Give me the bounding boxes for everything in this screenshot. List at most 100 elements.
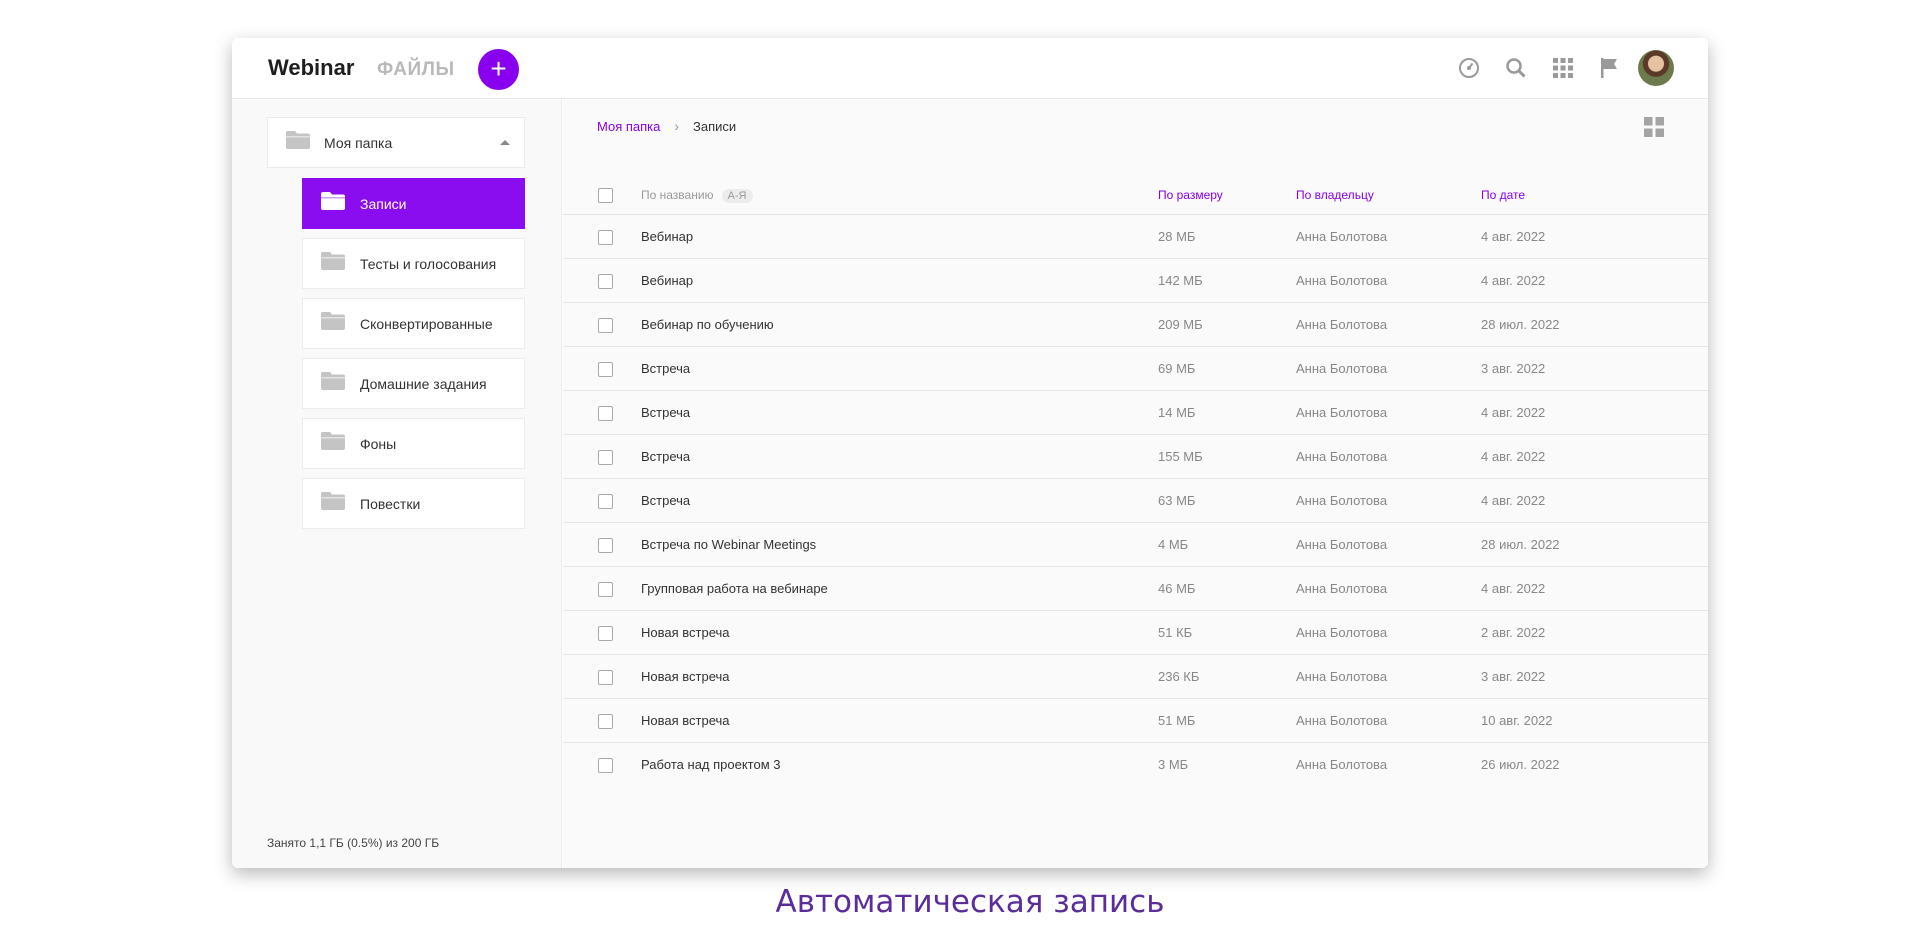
folder-item-backgrounds[interactable]: Фоны <box>302 418 525 469</box>
sort-by-name-label: По названию <box>641 188 714 202</box>
speedometer-icon[interactable] <box>1451 50 1487 86</box>
table-row[interactable]: Работа над проектом 3 3 МБ Анна Болотова 26… <box>563 743 1708 787</box>
file-name[interactable]: Работа над проектом 3 <box>641 757 781 772</box>
table-row[interactable]: Встреча 63 МБ Анна Болотова 4 авг. 2022 <box>563 479 1708 523</box>
root-folder-label: Моя папка <box>324 134 393 151</box>
table-row[interactable]: Новая встреча 51 КБ Анна Болотова 2 авг. 20… <box>563 611 1708 655</box>
table-row[interactable]: Вебинар 142 МБ Анна Болотова 4 авг. 2022 <box>563 259 1708 303</box>
row-checkbox[interactable] <box>598 230 613 245</box>
table-row[interactable]: Вебинар по обучению 209 МБ Анна Болотова 28… <box>563 303 1708 347</box>
search-icon[interactable] <box>1498 50 1534 86</box>
file-list-panel: Моя папка › Записи По названию А-Я По раз… <box>563 100 1708 868</box>
file-name[interactable]: Вебинар <box>641 229 693 244</box>
flag-icon[interactable] <box>1592 50 1628 86</box>
brand-logo[interactable]: Webinar <box>268 55 354 81</box>
file-owner: Анна Болотова <box>1296 361 1388 376</box>
collapse-caret-icon[interactable] <box>500 140 510 145</box>
table-row[interactable]: Новая встреча 51 МБ Анна Болотова 10 авг. 2… <box>563 699 1708 743</box>
app-window: Webinar ФАЙЛЫ + Моя папка Записи Тесты и… <box>232 38 1708 868</box>
sort-by-owner[interactable]: По владельцу <box>1296 188 1374 202</box>
file-owner: Анна Болотова <box>1296 625 1388 640</box>
file-date: 26 июл. 2022 <box>1481 757 1560 772</box>
file-name[interactable]: Вебинар <box>641 273 693 288</box>
file-date: 4 авг. 2022 <box>1481 273 1546 288</box>
chevron-right-icon: › <box>674 118 680 134</box>
file-owner: Анна Болотова <box>1296 581 1388 596</box>
add-button[interactable]: + <box>478 49 519 90</box>
row-checkbox[interactable] <box>598 362 613 377</box>
row-checkbox[interactable] <box>598 406 613 421</box>
file-name[interactable]: Групповая работа на вебинаре <box>641 581 828 596</box>
storage-usage: Занято 1,1 ГБ (0.5%) из 200 ГБ <box>267 836 440 850</box>
file-owner: Анна Болотова <box>1296 757 1388 772</box>
file-name[interactable]: Встреча <box>641 361 690 376</box>
folder-item-label: Записи <box>360 195 407 212</box>
file-name[interactable]: Встреча <box>641 449 690 464</box>
table-row[interactable]: Встреча 14 МБ Анна Болотова 4 авг. 2022 <box>563 391 1708 435</box>
file-size: 142 МБ <box>1158 273 1203 288</box>
folder-icon <box>321 432 345 455</box>
file-owner: Анна Болотова <box>1296 405 1388 420</box>
folder-item-tests[interactable]: Тесты и голосования <box>302 238 525 289</box>
file-size: 3 МБ <box>1158 757 1189 772</box>
file-date: 4 авг. 2022 <box>1481 405 1546 420</box>
row-checkbox[interactable] <box>598 670 613 685</box>
sort-order-badge[interactable]: А-Я <box>721 189 753 203</box>
row-checkbox[interactable] <box>598 758 613 773</box>
file-name[interactable]: Встреча <box>641 493 690 508</box>
header-actions <box>1440 50 1674 86</box>
sort-by-date[interactable]: По дате <box>1481 188 1525 202</box>
file-name[interactable]: Встреча по Webinar Meetings <box>641 537 816 552</box>
file-date: 4 авг. 2022 <box>1481 493 1546 508</box>
subfolder-list: Записи Тесты и голосования Сконвертирова… <box>302 178 525 538</box>
folder-icon <box>286 131 310 154</box>
root-folder-my-folder[interactable]: Моя папка <box>267 117 525 168</box>
row-checkbox[interactable] <box>598 626 613 641</box>
file-owner: Анна Болотова <box>1296 449 1388 464</box>
folder-icon <box>321 192 345 215</box>
breadcrumb-parent-link[interactable]: Моя папка <box>597 119 660 134</box>
folder-item-agendas[interactable]: Повестки <box>302 478 525 529</box>
user-avatar[interactable] <box>1638 50 1674 86</box>
select-all-checkbox[interactable] <box>598 188 613 203</box>
row-checkbox[interactable] <box>598 318 613 333</box>
table-row[interactable]: Встреча 155 МБ Анна Болотова 4 авг. 2022 <box>563 435 1708 479</box>
file-size: 51 КБ <box>1158 625 1193 640</box>
file-name[interactable]: Новая встреча <box>641 713 730 728</box>
row-checkbox[interactable] <box>598 538 613 553</box>
grid-view-icon[interactable] <box>1644 117 1664 137</box>
row-checkbox[interactable] <box>598 450 613 465</box>
table-row[interactable]: Новая встреча 236 КБ Анна Болотова 3 авг. 2… <box>563 655 1708 699</box>
file-owner: Анна Болотова <box>1296 713 1388 728</box>
row-checkbox[interactable] <box>598 714 613 729</box>
apps-grid-icon[interactable] <box>1545 50 1581 86</box>
folder-icon <box>321 252 345 275</box>
section-title: ФАЙЛЫ <box>377 59 455 80</box>
folder-item-converted[interactable]: Сконвертированные <box>302 298 525 349</box>
file-size: 14 МБ <box>1158 405 1196 420</box>
folder-icon <box>321 372 345 395</box>
folder-item-homework[interactable]: Домашние задания <box>302 358 525 409</box>
table-row[interactable]: Встреча по Webinar Meetings 4 МБ Анна Боло… <box>563 523 1708 567</box>
row-checkbox[interactable] <box>598 494 613 509</box>
folder-sidebar: Моя папка Записи Тесты и голосования Ско… <box>232 100 562 868</box>
folder-item-label: Сконвертированные <box>360 315 493 332</box>
table-row[interactable]: Вебинар 28 МБ Анна Болотова 4 авг. 2022 <box>563 215 1708 259</box>
table-row[interactable]: Групповая работа на вебинаре 46 МБ Анна Бо… <box>563 567 1708 611</box>
table-row[interactable]: Встреча 69 МБ Анна Болотова 3 авг. 2022 <box>563 347 1708 391</box>
sort-by-name[interactable]: По названию А-Я <box>641 188 753 203</box>
file-rows: Вебинар 28 МБ Анна Болотова 4 авг. 2022 Веб… <box>563 215 1708 787</box>
row-checkbox[interactable] <box>598 274 613 289</box>
folder-item-zapisi[interactable]: Записи <box>302 178 525 229</box>
row-checkbox[interactable] <box>598 582 613 597</box>
file-date: 4 авг. 2022 <box>1481 229 1546 244</box>
file-size: 209 МБ <box>1158 317 1203 332</box>
sort-by-size[interactable]: По размеру <box>1158 188 1223 202</box>
file-name[interactable]: Новая встреча <box>641 625 730 640</box>
file-owner: Анна Болотова <box>1296 229 1388 244</box>
table-header: По названию А-Я По размеру По владельцу П… <box>563 177 1708 215</box>
file-name[interactable]: Вебинар по обучению <box>641 317 774 332</box>
file-name[interactable]: Встреча <box>641 405 690 420</box>
file-date: 4 авг. 2022 <box>1481 581 1546 596</box>
file-name[interactable]: Новая встреча <box>641 669 730 684</box>
